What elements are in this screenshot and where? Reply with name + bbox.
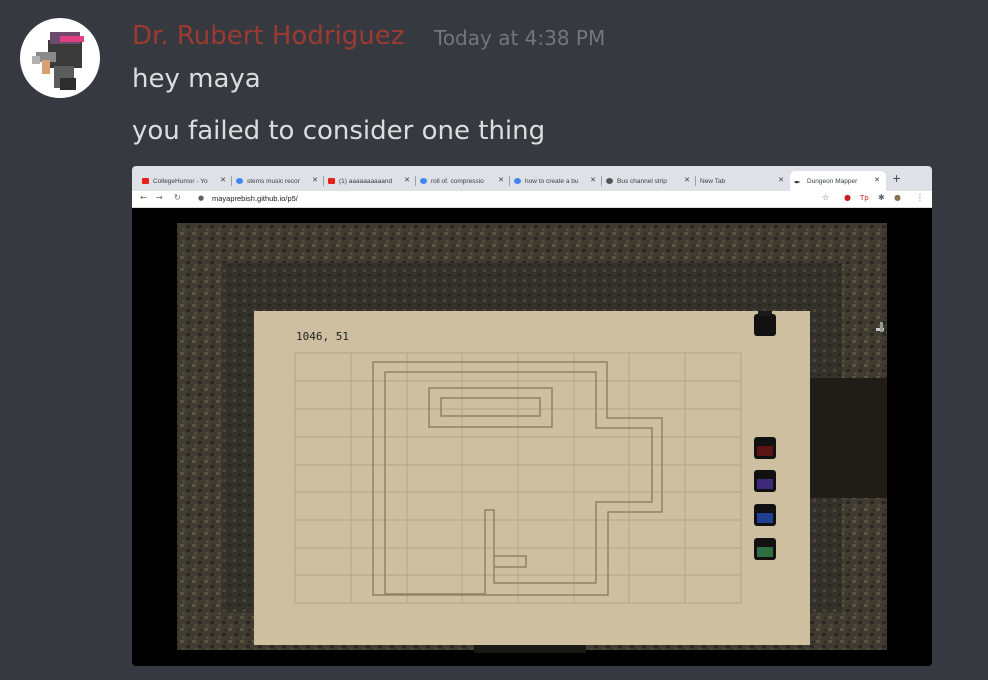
close-tab-icon[interactable]: ✕ bbox=[312, 176, 318, 184]
map-grid bbox=[294, 352, 742, 604]
avatar-image bbox=[32, 32, 84, 90]
close-tab-icon[interactable]: ✕ bbox=[404, 176, 410, 184]
youtube-icon bbox=[328, 178, 335, 184]
game-canvas[interactable]: 1046, 51 bbox=[132, 208, 932, 666]
browser-tab[interactable]: Bus channel strip ✕ bbox=[602, 171, 696, 191]
close-tab-icon[interactable]: ✕ bbox=[874, 176, 880, 184]
image-attachment[interactable]: CollegeHumor - Yo ✕ stems music recor ✕ … bbox=[132, 166, 932, 666]
browser-tab[interactable]: (1) aaaaaaaaaand ✕ bbox=[324, 171, 416, 191]
message-timestamp: Today at 4:38 PM bbox=[434, 26, 606, 50]
close-tab-icon[interactable]: ✕ bbox=[220, 176, 226, 184]
browser-tab[interactable]: CollegeHumor - Yo ✕ bbox=[138, 171, 232, 191]
author-name[interactable]: Dr. Rubert Hodriguez bbox=[132, 18, 404, 54]
feather-icon: ✒ bbox=[794, 178, 801, 187]
browser-tab-bar: CollegeHumor - Yo ✕ stems music recor ✕ … bbox=[132, 166, 932, 191]
close-tab-icon[interactable]: ✕ bbox=[778, 176, 784, 184]
extension-icon[interactable]: Tp bbox=[860, 194, 869, 202]
lock-icon: ● bbox=[198, 194, 205, 202]
puzzle-icon[interactable]: ✱ bbox=[878, 193, 885, 202]
browser-tab[interactable]: roll of. compressio ✕ bbox=[416, 171, 510, 191]
new-tab-button[interactable]: + bbox=[892, 172, 901, 185]
google-icon bbox=[514, 178, 521, 184]
close-tab-icon[interactable]: ✕ bbox=[498, 176, 504, 184]
message-line-1: hey maya bbox=[132, 64, 261, 94]
back-arrow-icon[interactable]: ← bbox=[140, 193, 147, 202]
google-icon bbox=[420, 178, 427, 184]
message-line-2: you failed to consider one thing bbox=[132, 116, 546, 146]
url-text[interactable]: mayaprebish.github.io/p5/ bbox=[212, 194, 298, 203]
apple-icon bbox=[606, 178, 613, 184]
dungeon-map-panel[interactable]: 1046, 51 bbox=[254, 311, 810, 645]
close-tab-icon[interactable]: ✕ bbox=[590, 176, 596, 184]
profile-icon[interactable]: ● bbox=[894, 193, 901, 202]
google-icon bbox=[236, 178, 243, 184]
user-avatar[interactable] bbox=[20, 18, 100, 98]
menu-dots-icon[interactable]: ⋮ bbox=[916, 193, 924, 202]
close-tab-icon[interactable]: ✕ bbox=[684, 176, 690, 184]
browser-tab[interactable]: how to create a bu ✕ bbox=[510, 171, 602, 191]
address-bar[interactable]: ← → ↻ ● mayaprebish.github.io/p5/ ☆ ● Tp… bbox=[132, 191, 932, 208]
reload-icon[interactable]: ↻ bbox=[174, 193, 181, 202]
youtube-icon bbox=[142, 178, 149, 184]
browser-tab-active[interactable]: ✒ Dungeon Mapper ✕ bbox=[790, 171, 886, 191]
forward-arrow-icon[interactable]: → bbox=[156, 193, 163, 202]
opera-icon[interactable]: ● bbox=[844, 193, 851, 202]
bookmark-star-icon[interactable]: ☆ bbox=[822, 193, 829, 202]
browser-tab[interactable]: stems music recor ✕ bbox=[232, 171, 324, 191]
browser-tab[interactable]: New Tab ✕ bbox=[696, 171, 790, 191]
